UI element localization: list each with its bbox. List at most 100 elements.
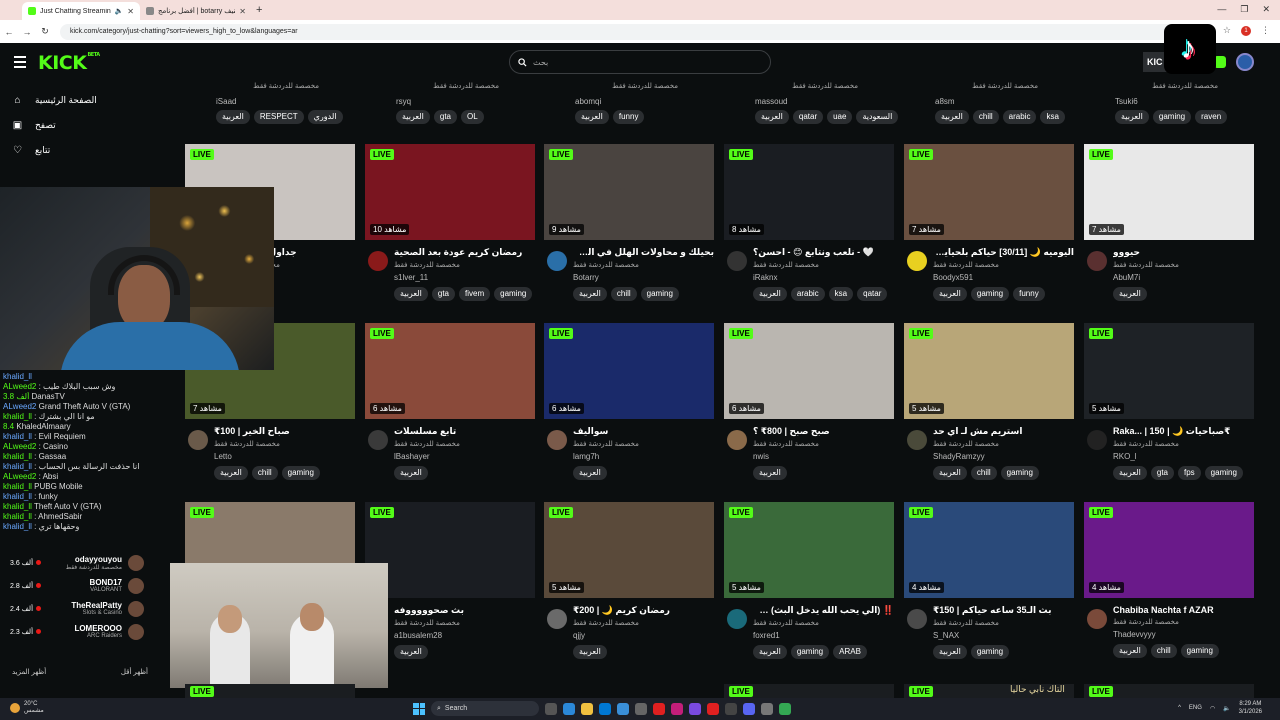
- tag-chip[interactable]: العربية: [753, 466, 787, 480]
- stream-title[interactable]: بث صحوووووفه: [394, 605, 535, 616]
- reload-icon[interactable]: ↻: [36, 26, 54, 37]
- recommended-channel[interactable]: 3.6 ألف odayyouyou مخصصة للدردشة فقط: [0, 551, 160, 574]
- tag-chip[interactable]: العربية: [933, 287, 967, 301]
- recommended-channel[interactable]: 2.8 ألف BOND17 VALORANT: [0, 574, 160, 597]
- stream-category[interactable]: مخصصة للدردشة فقط: [1113, 618, 1254, 626]
- tag-chip[interactable]: chill: [970, 466, 997, 480]
- chrome-icon[interactable]: [779, 702, 791, 715]
- streamer-name[interactable]: foxred1: [753, 631, 894, 640]
- stream-category[interactable]: مخصصة للدردشة فقط: [573, 261, 714, 269]
- close-window-icon[interactable]: ✕: [1262, 4, 1270, 15]
- tag-chip[interactable]: العربية: [573, 287, 607, 301]
- stream-card[interactable]: LIVE 5 مشاهد Raka... | صباحيات 🌙 | 150₹ مخص…: [1084, 323, 1254, 480]
- streamer-name[interactable]: lamg7h: [573, 452, 714, 461]
- stream-card-partial[interactable]: مخصصة للدردشة فقط massoud العربية qatar uae ا…: [724, 80, 899, 124]
- stream-title[interactable]: رمضان كريم 🌙 | 200₹: [573, 605, 714, 616]
- tag-chip[interactable]: arabic: [1002, 110, 1037, 124]
- file-explorer-icon[interactable]: [581, 702, 593, 715]
- stream-card-partial[interactable]: LIVE: [185, 684, 355, 698]
- clock[interactable]: 8:29 AM 3/1/2026: [1239, 700, 1262, 716]
- streamer-avatar[interactable]: [907, 251, 927, 271]
- mail-icon[interactable]: [617, 702, 629, 715]
- streamer-avatar[interactable]: [727, 430, 747, 450]
- tag-chip[interactable]: السعودية: [856, 110, 899, 124]
- streamer-name[interactable]: Botarry: [573, 273, 714, 282]
- taskbar-search[interactable]: ⌕ Search: [431, 701, 539, 716]
- stream-card[interactable]: LIVE 6 مشاهد صبح صبح | 800₹ ؟ مخصصة للدردشة…: [724, 323, 894, 480]
- streamer-name[interactable]: Thadevvyyy: [1113, 630, 1254, 639]
- stream-title[interactable]: اليوميه 🌙 [30/11] حياكم بلحيايب...: [933, 247, 1074, 258]
- stream-title[interactable]: رمضان كريم عودة بعد الصحية: [394, 247, 535, 258]
- sidebar-item-home[interactable]: ⌂ الصفحة الرئيسية: [0, 88, 160, 113]
- user-avatar[interactable]: [1236, 53, 1254, 71]
- stream-card[interactable]: LIVE 4 مشاهد Chabiba Nachta f AZAR مخصصة لل…: [1084, 502, 1254, 658]
- edge-icon[interactable]: [563, 702, 575, 715]
- streamer-avatar[interactable]: [547, 609, 567, 629]
- tag-chip[interactable]: ARAB: [833, 645, 867, 659]
- stream-card-partial[interactable]: مخصصة للدردشة فقط a8sm العربية chill arabic k…: [904, 80, 1074, 124]
- streamer-avatar[interactable]: [368, 430, 388, 450]
- stream-thumbnail[interactable]: LIVE 10 مشاهد: [365, 144, 535, 240]
- recommended-channel[interactable]: 2.4 ألف TheRealPatty Slots & Casino: [0, 597, 160, 620]
- streamer-name[interactable]: a1busalem28: [394, 631, 535, 640]
- streamer-avatar[interactable]: [907, 430, 927, 450]
- tag-chip[interactable]: العربية: [1113, 287, 1147, 301]
- tag-chip[interactable]: gaming: [1000, 466, 1039, 480]
- stream-thumbnail[interactable]: LIVE 5 مشاهد: [724, 502, 894, 598]
- stream-card[interactable]: LIVE 5 مشاهد استريم مش لـ اي حد مخصصة للدرد…: [904, 323, 1074, 480]
- stream-card-partial[interactable]: LIVE: [1084, 684, 1254, 698]
- stream-title[interactable]: تابع مسلسلات: [394, 426, 535, 437]
- tag-chip[interactable]: gaming: [1152, 110, 1192, 124]
- kick-logo[interactable]: KICKBETA: [38, 52, 100, 74]
- tag-chip[interactable]: العربية: [573, 645, 607, 659]
- app-icon[interactable]: [725, 702, 737, 715]
- tag-chip[interactable]: العربية: [933, 645, 967, 659]
- tag-chip[interactable]: gaming: [281, 466, 320, 480]
- stream-card-partial[interactable]: مخصصة للدردشة فقط rsyq العربية gta OL: [365, 80, 535, 124]
- streamer-name[interactable]: iRaknx: [753, 273, 894, 282]
- tag-chip[interactable]: الدوري: [307, 110, 343, 124]
- stream-card-partial[interactable]: مخصصة للدردشة فقط Tsuki6 العربية gaming rave…: [1084, 80, 1254, 124]
- stream-category[interactable]: مخصصة للدردشة فقط: [214, 440, 355, 448]
- close-tab-icon[interactable]: ✕: [127, 7, 134, 16]
- tag-chip[interactable]: gaming: [970, 645, 1010, 659]
- streamer-avatar[interactable]: [1087, 430, 1107, 450]
- tag-chip[interactable]: العربية: [753, 645, 787, 659]
- app-icon[interactable]: [671, 702, 683, 715]
- tag-chip[interactable]: raven: [1195, 110, 1228, 124]
- tag-chip[interactable]: ksa: [828, 287, 854, 301]
- sidebar-item-following[interactable]: ♡ تتابع: [0, 138, 160, 163]
- tag-chip[interactable]: gaming: [640, 287, 679, 301]
- tag-chip[interactable]: العربية: [214, 466, 248, 480]
- tag-chip[interactable]: gta: [433, 110, 457, 124]
- streamer-name[interactable]: Boodyx591: [933, 273, 1074, 282]
- stream-thumbnail[interactable]: LIVE 7 مشاهد: [1084, 144, 1254, 240]
- streamer-name[interactable]: massoud: [724, 97, 894, 106]
- tag-chip[interactable]: RESPECT: [253, 110, 304, 124]
- stream-thumbnail[interactable]: LIVE 5 مشاهد: [544, 502, 714, 598]
- stream-category[interactable]: مخصصة للدردشة فقط: [1113, 261, 1254, 269]
- stream-card[interactable]: LIVE 6 مشاهد تابع مسلسلات مخصصة للدردشة فقط…: [365, 323, 535, 480]
- streamer-name[interactable]: S_NAX: [933, 631, 1074, 640]
- tag-chip[interactable]: العربية: [1113, 644, 1147, 658]
- stream-title[interactable]: صبح صبح | 800₹ ؟: [753, 426, 894, 437]
- stream-card-partial[interactable]: مخصصة للدردشة فقط iSaad العربية RESPECT الدو…: [185, 80, 355, 124]
- tag-chip[interactable]: chill: [1150, 644, 1177, 658]
- tag-chip[interactable]: العربية: [396, 110, 430, 124]
- search-input[interactable]: بحث: [509, 50, 771, 74]
- streamer-avatar[interactable]: [368, 251, 388, 271]
- stream-title[interactable]: Chabiba Nachta f AZAR: [1113, 605, 1254, 615]
- stream-category[interactable]: مخصصة للدردشة فقط: [933, 261, 1074, 269]
- tag-chip[interactable]: gta: [431, 287, 455, 301]
- stream-category[interactable]: مخصصة للدردشة فقط: [753, 261, 894, 269]
- minimize-icon[interactable]: —: [1217, 4, 1226, 15]
- profile-badge-icon[interactable]: 1: [1241, 25, 1251, 36]
- bookmark-star-icon[interactable]: ☆: [1223, 25, 1231, 36]
- streamer-name[interactable]: ShadyRamzyy: [933, 452, 1074, 461]
- streamer-name[interactable]: Tsuki6: [1084, 97, 1254, 106]
- tag-chip[interactable]: funny: [612, 110, 645, 124]
- show-more-link[interactable]: أظهر المزيد: [12, 668, 46, 676]
- stream-card[interactable]: LIVE 5 مشاهد رمضان كريم 🌙 | 200₹ مخصصة للدر…: [544, 502, 714, 659]
- tag-chip[interactable]: uae: [827, 110, 853, 124]
- stream-card[interactable]: LIVE 6 مشاهد سواليف مخصصة للدردشة فقط lamg7h…: [544, 323, 714, 480]
